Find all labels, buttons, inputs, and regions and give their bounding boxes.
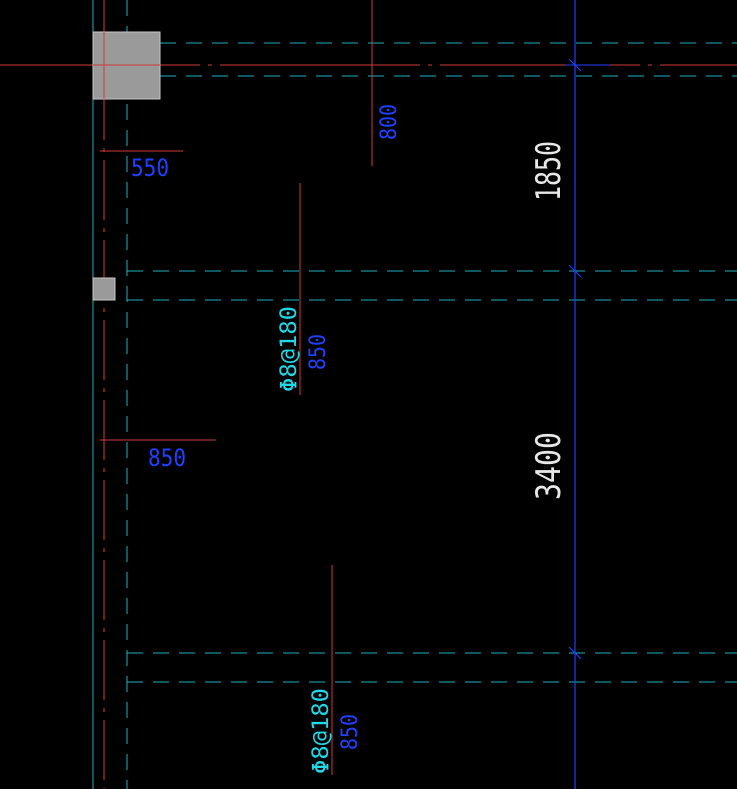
label-bottom-length: 850 [338,714,363,750]
dimension-text-top: 1850 [529,141,569,201]
cad-drawing-canvas[interactable]: 800 550 1850 Φ8@180 850 850 3400 Φ8@180 … [0,0,737,789]
label-mid-length: 850 [306,334,331,370]
dimension-text-middle: 3400 [529,432,569,500]
column-small-left[interactable] [92,277,116,301]
label-mid-spec: Φ8@180 [277,306,302,392]
label-left-mid-length: 850 [148,444,186,472]
label-top-length: 800 [377,104,402,140]
label-left-top-length: 550 [131,154,169,182]
label-bottom-spec: Φ8@180 [309,688,334,774]
structural-drawing: 800 550 1850 Φ8@180 850 850 3400 Φ8@180 … [0,0,737,789]
